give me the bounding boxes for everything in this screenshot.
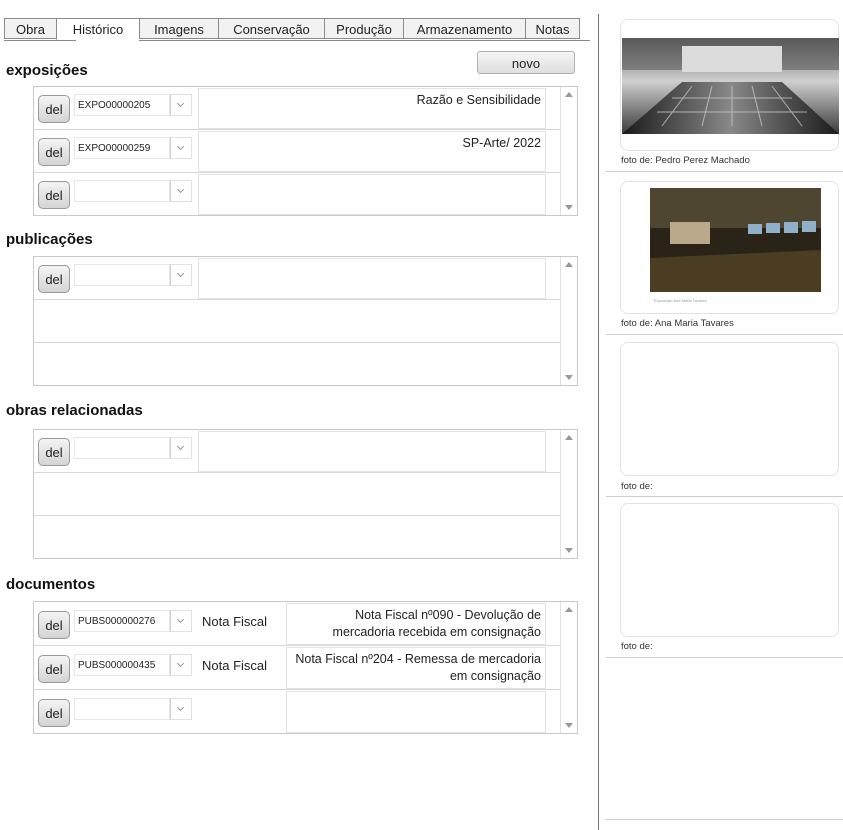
tab-baseline-right <box>139 40 590 41</box>
exposicao-code-field[interactable]: EXPO00000205 <box>74 94 170 116</box>
documento-description-field[interactable]: Nota Fiscal nº090 - Devolução de mercado… <box>286 603 546 645</box>
photo-card-4[interactable] <box>620 503 839 637</box>
publicacoes-portal: del <box>33 256 578 386</box>
exposicao-row: del EXPO00000259 SP-Arte/ 2022 <box>34 130 560 173</box>
exposicao-code-field[interactable] <box>74 180 170 202</box>
tab-conservacao[interactable]: Conservação <box>218 18 324 39</box>
obra-code-field[interactable] <box>74 437 170 459</box>
del-button[interactable]: del <box>38 138 70 166</box>
publicacoes-title: publicações <box>6 231 93 248</box>
gallery-photo-1 <box>622 38 839 134</box>
photo-2-label: Exposição Ana Maria Tavares <box>654 298 707 303</box>
del-button[interactable]: del <box>38 265 70 293</box>
exposicao-row: del <box>34 173 560 216</box>
chevron-down-icon[interactable] <box>170 94 192 116</box>
tab-imagens[interactable]: Imagens <box>139 18 218 39</box>
chevron-down-icon[interactable] <box>170 264 192 286</box>
photo-caption-1: foto de: Pedro Perez Machado <box>621 155 750 166</box>
empty-row <box>34 473 560 516</box>
exposicao-row: del EXPO00000205 Razão e Sensibilidade <box>34 87 560 130</box>
scroll-up-icon[interactable] <box>565 262 573 267</box>
documento-type: Nota Fiscal <box>202 658 268 673</box>
photo-card-1[interactable] <box>620 19 839 151</box>
separator <box>606 171 843 172</box>
tab-armazenamento[interactable]: Armazenamento <box>403 18 525 39</box>
del-button[interactable]: del <box>38 438 70 466</box>
documentos-portal: del PUBS000000276 Nota Fiscal Nota Fisca… <box>33 601 578 734</box>
scroll-down-icon[interactable] <box>565 375 573 380</box>
scrollbar[interactable] <box>560 430 577 558</box>
exposicao-title-field[interactable]: Razão e Sensibilidade <box>198 88 546 129</box>
photo-caption-4: foto de: <box>621 641 653 652</box>
scroll-up-icon[interactable] <box>565 92 573 97</box>
tab-historico[interactable]: Histórico <box>56 18 139 40</box>
photo-card-2[interactable]: Exposição Ana Maria Tavares <box>620 181 839 314</box>
novo-button[interactable]: novo <box>477 51 575 74</box>
scroll-down-icon[interactable] <box>565 548 573 553</box>
scroll-up-icon[interactable] <box>565 607 573 612</box>
chevron-down-icon[interactable] <box>170 654 192 676</box>
exposicao-title-field[interactable] <box>198 174 546 215</box>
documento-description-field[interactable] <box>286 691 546 733</box>
del-button[interactable]: del <box>38 655 70 683</box>
documento-code-field[interactable]: PUBS000000276 <box>74 610 170 632</box>
documento-type: Nota Fiscal <box>202 614 268 629</box>
empty-row <box>34 516 560 559</box>
scroll-down-icon[interactable] <box>565 205 573 210</box>
exposicoes-title: exposições <box>6 62 88 79</box>
panel-bottom-border <box>605 819 843 820</box>
exposicao-title-field[interactable]: SP-Arte/ 2022 <box>198 131 546 172</box>
panel-divider <box>598 14 599 830</box>
empty-row <box>34 300 560 343</box>
tab-producao[interactable]: Produção <box>324 18 403 39</box>
scrollbar[interactable] <box>560 602 577 733</box>
photo-card-3[interactable] <box>620 342 839 476</box>
documento-row: del PUBS000000435 Nota Fiscal Nota Fisca… <box>34 646 560 690</box>
obras-relacionadas-portal: del <box>33 429 578 559</box>
photo-caption-2: foto de: Ana Maria Tavares <box>621 318 734 329</box>
documento-code-field[interactable] <box>74 698 170 720</box>
chevron-down-icon[interactable] <box>170 180 192 202</box>
del-button[interactable]: del <box>38 699 70 727</box>
tab-obra[interactable]: Obra <box>4 18 56 39</box>
scroll-down-icon[interactable] <box>565 723 573 728</box>
photo-caption-3: foto de: <box>621 481 653 492</box>
documento-row: del PUBS000000276 Nota Fiscal Nota Fisca… <box>34 602 560 646</box>
del-button[interactable]: del <box>38 95 70 123</box>
scrollbar[interactable] <box>560 87 577 215</box>
publicacao-row: del <box>34 257 560 300</box>
documento-row: del <box>34 690 560 734</box>
tab-baseline-left <box>4 40 76 41</box>
publicacao-title-field[interactable] <box>198 258 546 299</box>
publicacao-code-field[interactable] <box>74 264 170 286</box>
chevron-down-icon[interactable] <box>170 137 192 159</box>
tab-notas[interactable]: Notas <box>525 18 580 39</box>
gallery-photo-2: Exposição Ana Maria Tavares <box>650 188 821 306</box>
documento-code-field[interactable]: PUBS000000435 <box>74 654 170 676</box>
tab-bar: Obra Histórico Imagens Conservação Produ… <box>4 18 580 40</box>
documento-description-field[interactable]: Nota Fiscal nº204 - Remessa de mercadori… <box>286 647 546 689</box>
separator <box>606 334 843 335</box>
chevron-down-icon[interactable] <box>170 437 192 459</box>
scrollbar[interactable] <box>560 257 577 385</box>
separator <box>606 496 843 497</box>
obra-relacionada-row: del <box>34 430 560 473</box>
exposicoes-portal: del EXPO00000205 Razão e Sensibilidade d… <box>33 86 578 216</box>
chevron-down-icon[interactable] <box>170 698 192 720</box>
documentos-title: documentos <box>6 576 96 593</box>
scroll-up-icon[interactable] <box>565 435 573 440</box>
separator <box>606 657 843 658</box>
del-button[interactable]: del <box>38 181 70 209</box>
obras-relacionadas-title: obras relacionadas <box>6 402 143 419</box>
del-button[interactable]: del <box>38 611 70 639</box>
exposicao-code-field[interactable]: EXPO00000259 <box>74 137 170 159</box>
chevron-down-icon[interactable] <box>170 610 192 632</box>
obra-title-field[interactable] <box>198 431 546 472</box>
empty-row <box>34 343 560 386</box>
